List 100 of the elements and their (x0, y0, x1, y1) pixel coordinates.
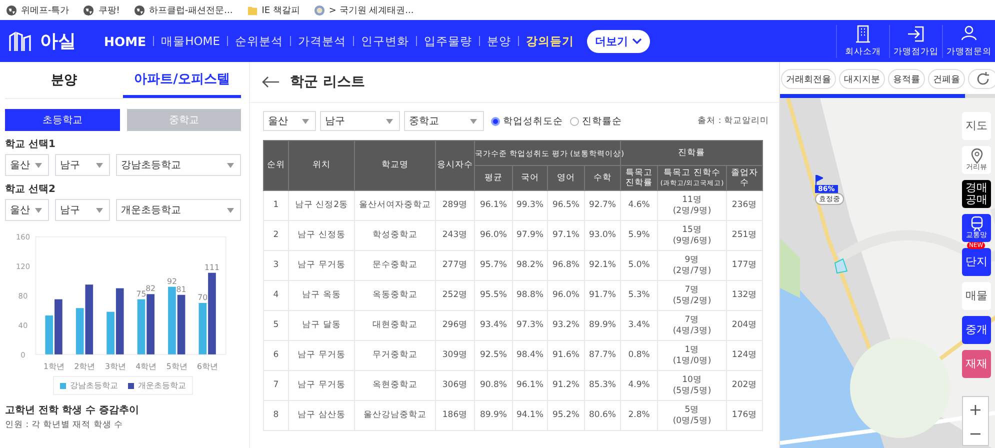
table-cell: 96.0% (474, 220, 512, 250)
map-side-button[interactable]: 중개 (962, 316, 991, 344)
table-cell: 11명 (2명/9명) (658, 190, 727, 220)
table-cell: 124명 (726, 340, 763, 370)
table-cell: 남구 신정동 (288, 220, 354, 250)
more-button[interactable]: 더보기 (586, 30, 650, 52)
nav-link[interactable]: 입주물량 (424, 34, 472, 48)
table-cell: 울산서여자중학교 (354, 190, 436, 220)
nav-link[interactable]: 매물HOME (161, 34, 220, 48)
table-cell: 9명 (2명/7명) (658, 250, 727, 280)
dropdown[interactable]: 개운초등학교 (116, 199, 241, 221)
legend-label: 개운초등학교 (138, 380, 186, 391)
table-cell: 95.2% (548, 400, 584, 430)
bookmark[interactable]: 하프클럽-패션전문... (134, 4, 233, 16)
table-cell: 95.7% (474, 250, 512, 280)
bookmark[interactable]: > 국기원 세계태권... (314, 4, 414, 16)
axis-label: 6학년 (197, 362, 218, 372)
dropdown[interactable]: 울산 (5, 154, 49, 176)
dropdown[interactable]: 중학교 (404, 111, 484, 131)
nav-link[interactable]: 순위분석 (234, 34, 283, 48)
tab[interactable]: 아파트/오피스텔 (123, 62, 241, 98)
table-cell: 93.4% (474, 310, 512, 340)
bookmark[interactable]: 위메프-특가 (6, 4, 70, 16)
filter-chip[interactable]: 대지지분 (839, 69, 885, 89)
table-cell: 96.1% (474, 190, 512, 220)
filter-chip[interactable]: 거래회전율 (781, 69, 836, 89)
radio-label: 학업성취도순 (503, 114, 563, 128)
table-cell: 91.6% (548, 340, 584, 370)
table-cell: 3 (264, 250, 288, 280)
table-cell: 89.9% (474, 400, 512, 430)
table-cell: 옥현중학교 (354, 370, 436, 400)
table-cell: 4.9% (620, 370, 658, 400)
axis-label: 1학년 (44, 362, 65, 372)
dropdown[interactable]: 남구 (320, 111, 400, 131)
filter-chip[interactable]: 용적률 (888, 69, 925, 89)
table-cell: 92.1% (584, 250, 621, 280)
table-cell: 92.7% (584, 190, 621, 220)
table-cell: 2.8% (620, 400, 658, 430)
table-cell: 93.0% (584, 220, 621, 250)
nav-link[interactable]: 인구변화 (360, 34, 409, 48)
table-cell: 97.3% (512, 310, 548, 340)
table-cell: 옥동중학교 (354, 280, 436, 310)
table-cell: 236명 (726, 190, 763, 220)
value-label: 70 (198, 293, 208, 302)
column-header: 수학 (584, 166, 621, 190)
value-label: 92 (166, 276, 177, 286)
table-cell: 90.8% (474, 370, 512, 400)
dropdown[interactable]: 남구 (55, 199, 110, 221)
map-side-button[interactable]: 단지 (962, 248, 991, 276)
axis-label: 3학년 (104, 362, 126, 372)
table-cell: 5명 (0명/5명) (658, 400, 727, 430)
axis-label: 2학년 (74, 362, 96, 372)
table-cell: 5 (264, 310, 288, 340)
source-note: 출처 : 학교알리미 (698, 115, 769, 127)
table-cell: 85.3% (584, 370, 621, 400)
table-cell: 4 (264, 280, 288, 310)
filter-chip[interactable]: 건폐율 (928, 69, 965, 89)
value-label: 111 (204, 262, 220, 272)
bookmark[interactable]: 쿠팡! (83, 4, 120, 16)
dropdown[interactable]: 울산 (5, 199, 49, 221)
header-action[interactable]: 가맹점문의 (942, 24, 995, 58)
column-header: 위치 (288, 140, 354, 190)
table-cell: 4.6% (620, 190, 658, 220)
legend-label: 강남초등학교 (70, 380, 118, 391)
tab[interactable]: 분양 (5, 62, 123, 98)
header-action[interactable]: 회사소개 (836, 24, 889, 58)
map-side-button[interactable]: 경매 공매 (962, 180, 991, 208)
nav-link[interactable]: HOME (104, 34, 146, 48)
table-cell: 204명 (726, 310, 763, 340)
table-cell: 93.2% (548, 310, 584, 340)
dropdown[interactable]: 강남초등학교 (116, 154, 241, 176)
table-cell: 15명 (9명/6명) (658, 220, 727, 250)
table-cell: 243명 (436, 220, 474, 250)
table-cell: 98.4% (512, 340, 548, 370)
table-cell: 97.9% (512, 220, 548, 250)
map-side-button[interactable]: 매물 (962, 282, 991, 310)
table-cell: 251명 (726, 220, 763, 250)
bookmark[interactable]: IE 책갈피 (246, 4, 300, 16)
table-cell: 6 (264, 340, 288, 370)
map-side-button[interactable]: 재재 (962, 350, 991, 378)
table-cell: 남구 무거동 (288, 250, 354, 280)
map-side-button[interactable]: 지도 (962, 112, 991, 140)
table-cell: 277명 (436, 250, 474, 280)
column-header: 영어 (548, 166, 584, 190)
dropdown[interactable]: 울산 (263, 111, 316, 131)
value-label: 75 (136, 289, 146, 298)
header-action[interactable]: 가맹점가입 (889, 24, 942, 58)
table-cell: 94.1% (512, 400, 548, 430)
table-cell: 1 (264, 190, 288, 220)
nav-link[interactable]: 강의듣기 (526, 34, 574, 48)
table-cell: 96.1% (512, 370, 548, 400)
table-cell: 5.0% (620, 250, 658, 280)
nav-link[interactable]: 가격분석 (298, 34, 346, 48)
dropdown[interactable]: 남구 (55, 154, 110, 176)
level-button[interactable]: 초등학교 (5, 109, 120, 131)
logo[interactable]: 아실 (8, 29, 104, 53)
table-cell: 95.5% (474, 280, 512, 310)
table-cell: 1명 (1명/0명) (658, 340, 727, 370)
nav-link[interactable]: 분양 (486, 34, 511, 48)
table-cell: 문수중학교 (354, 250, 436, 280)
